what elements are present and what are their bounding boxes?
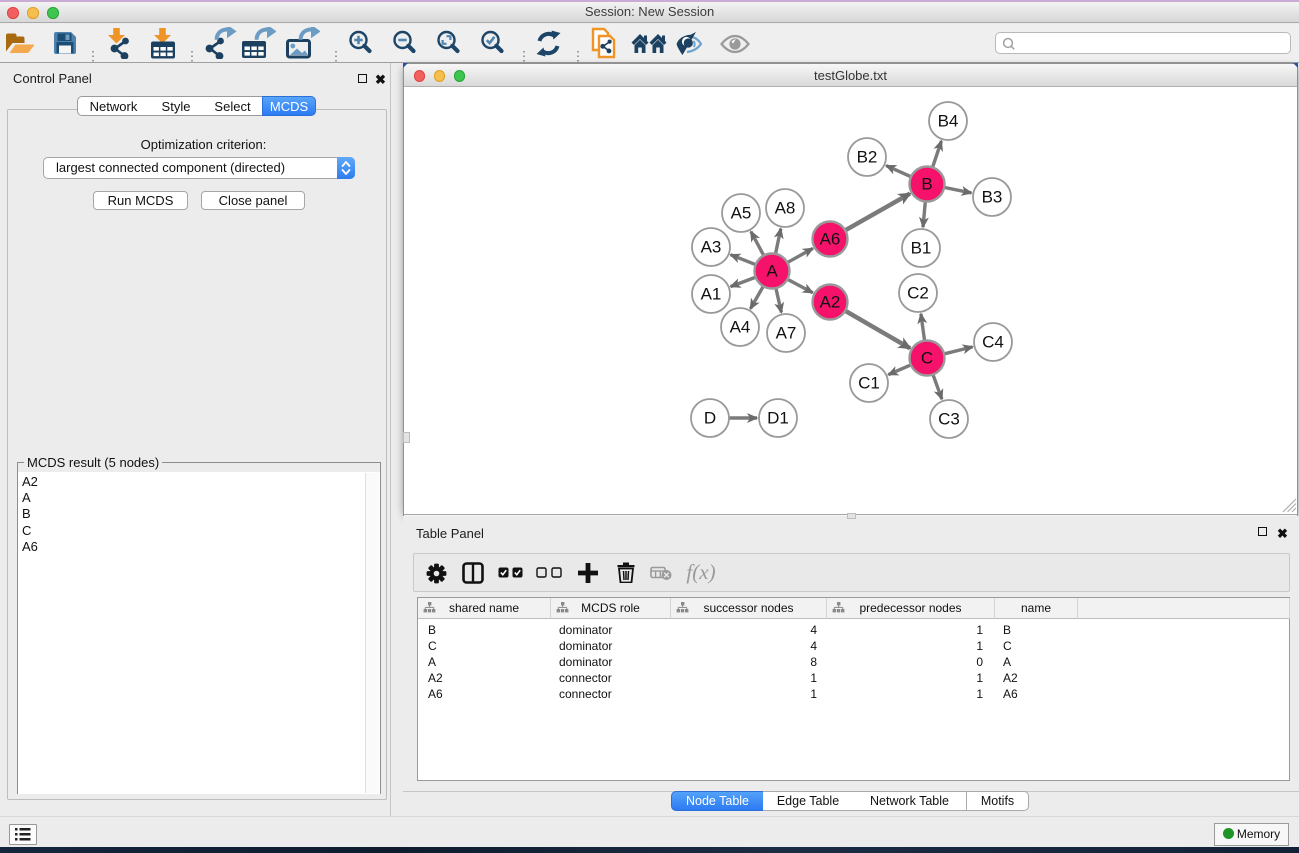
svg-text:D: D	[704, 409, 716, 428]
svg-text:B1: B1	[911, 239, 932, 258]
svg-text:C3: C3	[938, 410, 960, 429]
svg-text:C1: C1	[858, 374, 880, 393]
svg-text:A7: A7	[776, 324, 797, 343]
svg-text:B: B	[921, 175, 932, 194]
svg-text:C4: C4	[982, 333, 1004, 352]
svg-text:C: C	[921, 349, 933, 368]
svg-text:B4: B4	[938, 112, 959, 131]
svg-text:A6: A6	[820, 230, 841, 249]
svg-text:A8: A8	[775, 199, 796, 218]
svg-text:A3: A3	[701, 238, 722, 257]
svg-text:B2: B2	[857, 148, 878, 167]
svg-text:A4: A4	[730, 318, 751, 337]
svg-text:D1: D1	[767, 409, 789, 428]
svg-text:f(x): f(x)	[686, 561, 715, 584]
svg-text:B3: B3	[982, 188, 1003, 207]
svg-text:A5: A5	[731, 204, 752, 223]
svg-text:C2: C2	[907, 284, 929, 303]
svg-text:A1: A1	[701, 285, 722, 304]
svg-text:A2: A2	[820, 293, 841, 312]
svg-text:A: A	[766, 262, 778, 281]
